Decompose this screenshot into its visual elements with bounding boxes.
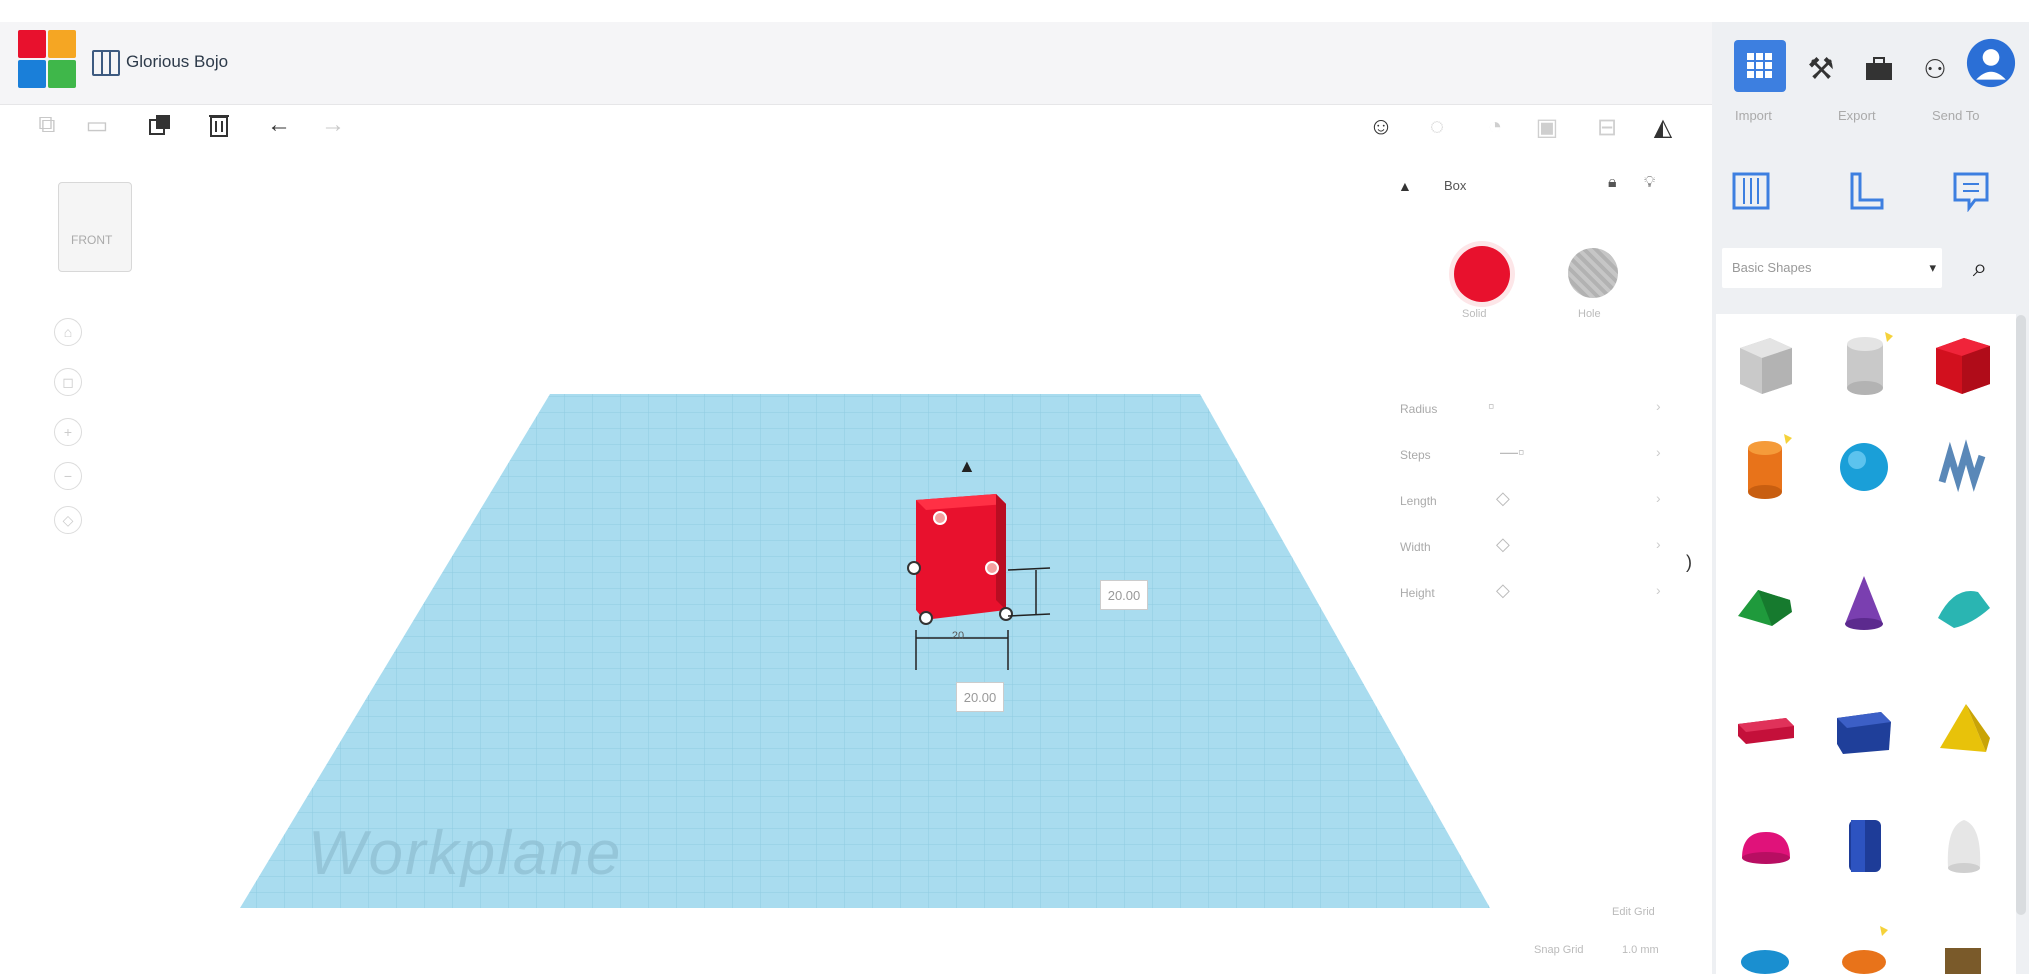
- edit-grid-button[interactable]: Edit Grid: [1612, 906, 1655, 918]
- rotate-handle-icon[interactable]: ▲: [958, 456, 976, 477]
- tinkercad-logo-icon[interactable]: [18, 30, 76, 88]
- paste-icon[interactable]: ▭: [80, 108, 114, 142]
- tab-export[interactable]: Export: [1838, 108, 1876, 123]
- redo-icon[interactable]: →: [316, 108, 350, 142]
- chevron-right-icon: ›: [1656, 444, 1661, 460]
- slider-handle-icon[interactable]: ▫: [1488, 396, 1494, 417]
- inspector-row-width[interactable]: Width ◇ ›: [1400, 532, 1670, 562]
- search-icon[interactable]: ⌕: [1962, 250, 1998, 286]
- inspector-row-length[interactable]: Length ◇ ›: [1400, 486, 1670, 516]
- collapse-inspector-icon[interactable]: ▲: [1398, 178, 1412, 194]
- shape-sphere[interactable]: [1815, 418, 1913, 516]
- align-icon[interactable]: ⊟: [1590, 110, 1624, 144]
- workplane-label: Workplane: [308, 819, 623, 888]
- zoom-in-icon[interactable]: +: [54, 418, 82, 446]
- home-view-icon[interactable]: ⌂: [54, 318, 82, 346]
- chevron-right-icon: ›: [1656, 398, 1661, 414]
- shape-category-label: Basic Shapes: [1732, 260, 1812, 275]
- shape-scribble[interactable]: [1914, 418, 2012, 516]
- light-bulb-icon[interactable]: 💡︎: [1644, 174, 1655, 192]
- inspector-row-steps[interactable]: Steps —▫ ›: [1400, 440, 1670, 470]
- top-cropped-strip: [0, 0, 2029, 22]
- design-title[interactable]: Glorious Bojo: [126, 52, 228, 72]
- shape-star[interactable]: [1914, 900, 2012, 974]
- duplicate-icon[interactable]: [144, 108, 178, 142]
- notes-icon[interactable]: [1942, 162, 2000, 220]
- shape-box[interactable]: [1914, 314, 2012, 412]
- inspector-row-label: Length: [1400, 494, 1437, 508]
- user-avatar-icon[interactable]: [1966, 38, 2016, 88]
- undo-icon[interactable]: ←: [262, 108, 296, 142]
- view-cube[interactable]: FRONT: [58, 182, 132, 272]
- light-bulb-icon[interactable]: ◔: [1478, 110, 1512, 144]
- gallery-scrollbar[interactable]: [2016, 315, 2026, 915]
- inspector-shape-name[interactable]: Box: [1444, 178, 1466, 193]
- shape-polygon[interactable]: [1815, 796, 1913, 894]
- slider-handle-icon[interactable]: ◇: [1496, 534, 1510, 555]
- lock-icon[interactable]: 🔒︎: [1608, 174, 1617, 192]
- shape-tube[interactable]: [1815, 900, 1913, 974]
- show-all-icon[interactable]: ◌: [1420, 110, 1454, 144]
- workplane-icon[interactable]: [1722, 162, 1780, 220]
- hammer-icon[interactable]: ⚒: [1796, 44, 1846, 94]
- briefcase-icon[interactable]: [1854, 44, 1904, 94]
- slider-handle-icon[interactable]: ◇: [1496, 488, 1510, 509]
- chevron-right-icon: ›: [1656, 582, 1661, 598]
- shape-paraboloid[interactable]: [1914, 796, 2012, 894]
- hole-label: Hole: [1578, 308, 1601, 320]
- inspector-row-label: Width: [1400, 540, 1431, 554]
- shape-roof[interactable]: [1716, 554, 1814, 652]
- hole-button[interactable]: [1568, 248, 1618, 298]
- snap-grid-label: Snap Grid: [1534, 944, 1584, 956]
- chevron-right-icon: ›: [1656, 536, 1661, 552]
- inspector-row-label: Height: [1400, 586, 1435, 600]
- zoom-out-icon[interactable]: −: [54, 462, 82, 490]
- dim-inner-label: 20: [951, 630, 965, 642]
- slider-icon[interactable]: —▫: [1500, 442, 1524, 463]
- group-icon[interactable]: ▣: [1530, 110, 1564, 144]
- chevron-right-icon: ›: [1656, 490, 1661, 506]
- shape-torus[interactable]: [1716, 900, 1814, 974]
- shape-category-select[interactable]: Basic Shapes ▾: [1722, 248, 1942, 288]
- tab-import[interactable]: Import: [1735, 108, 1772, 123]
- shape-wedge[interactable]: [1815, 680, 1913, 778]
- shape-half-sphere[interactable]: [1716, 796, 1814, 894]
- mirror-icon[interactable]: ◭: [1646, 110, 1680, 144]
- ruler-icon[interactable]: [1836, 162, 1894, 220]
- shape-cylinder-hole[interactable]: [1815, 314, 1913, 412]
- height-dimension-field[interactable]: 20.00: [1100, 580, 1148, 610]
- solid-label: Solid: [1462, 308, 1487, 320]
- shape-cylinder[interactable]: [1716, 418, 1814, 516]
- selected-box-shape[interactable]: [896, 460, 1116, 680]
- chevron-down-icon: ▾: [1929, 260, 1936, 275]
- slider-handle-icon[interactable]: ◇: [1496, 580, 1510, 601]
- chevron-right-icon[interactable]: ): [1686, 552, 1692, 573]
- perspective-icon[interactable]: ◇: [54, 506, 82, 534]
- design-grid-icon: [92, 50, 120, 76]
- shape-box-hole[interactable]: [1716, 314, 1814, 412]
- inspector-row-radius[interactable]: Radius ▫ ›: [1400, 394, 1670, 424]
- fit-view-icon[interactable]: ◻: [54, 368, 82, 396]
- inspector-row-height[interactable]: Height ◇ ›: [1400, 578, 1670, 608]
- solid-color-button[interactable]: [1454, 246, 1510, 302]
- tab-send-to[interactable]: Send To: [1932, 108, 1979, 123]
- width-dimension-field[interactable]: 20.00: [956, 682, 1004, 712]
- delete-icon[interactable]: [202, 108, 236, 142]
- shape-text[interactable]: [1716, 680, 1814, 778]
- add-user-icon[interactable]: ⚇: [1910, 44, 1960, 94]
- inspector-row-label: Radius: [1400, 402, 1438, 416]
- copy-icon[interactable]: ⧉: [30, 108, 64, 142]
- view-cube-face-label: FRONT: [71, 233, 113, 247]
- note-icon[interactable]: ☺: [1364, 110, 1398, 144]
- 3d-view-icon[interactable]: [1734, 40, 1786, 92]
- inspector-row-label: Steps: [1400, 448, 1431, 462]
- shape-pyramid[interactable]: [1914, 680, 2012, 778]
- snap-grid-select[interactable]: 1.0 mm: [1622, 944, 1659, 956]
- shape-round-roof[interactable]: [1914, 554, 2012, 652]
- shape-cone[interactable]: [1815, 554, 1913, 652]
